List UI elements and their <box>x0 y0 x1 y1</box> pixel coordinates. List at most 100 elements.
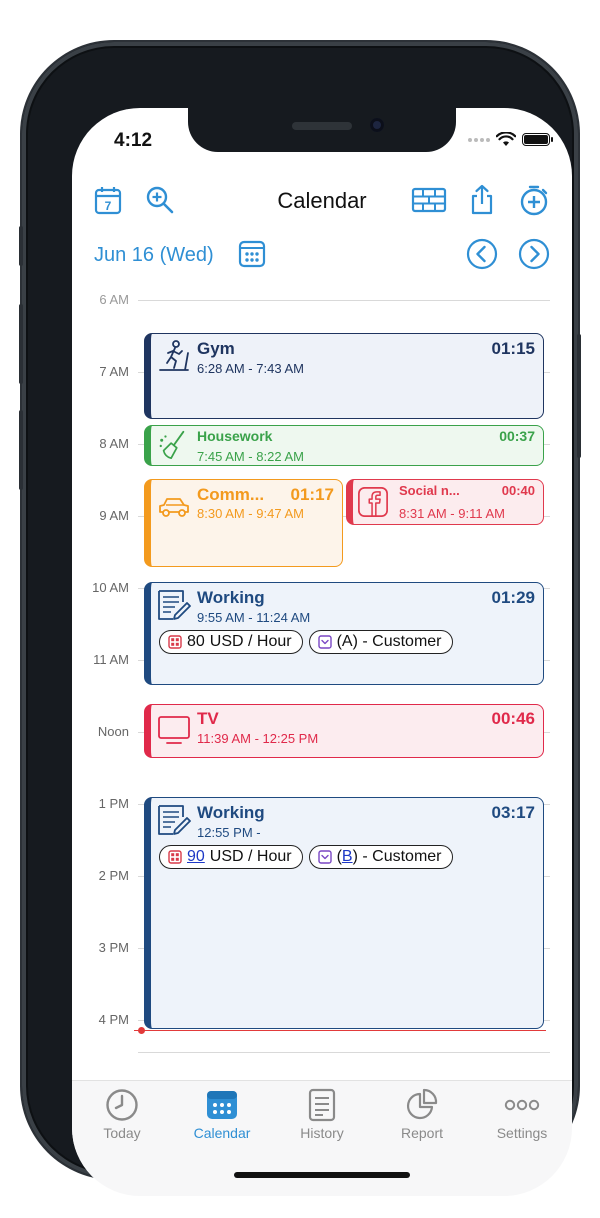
hour-label: 10 AM <box>92 580 129 595</box>
event-duration: 00:40 <box>501 483 535 498</box>
rate-amount: 80 <box>187 633 205 650</box>
hour-label: 11 AM <box>93 652 129 667</box>
event-duration: 03:17 <box>491 803 535 822</box>
event-time-range: 7:45 AM - 8:22 AM <box>197 449 304 464</box>
event-duration: 00:46 <box>491 709 535 728</box>
phone-frame: 4:12 7 Calendar Jun 16 (Wed) 6 AM 7 AM 8… <box>19 42 581 1196</box>
dropdown-box-icon <box>317 850 332 864</box>
event-time-range: 8:31 AM - 9:11 AM <box>399 506 505 521</box>
hour-label: 2 PM <box>98 868 129 883</box>
status-time: 4:12 <box>114 130 153 151</box>
svg-text:7: 7 <box>105 199 112 213</box>
tab-today[interactable]: Today <box>72 1087 172 1151</box>
tab-history[interactable]: History <box>272 1087 372 1151</box>
event-card-commute[interactable]: Comm... 8:30 AM - 9:47 AM 01:17 <box>144 479 343 567</box>
tab-bar: Today Calendar History Report Settings <box>72 1080 572 1196</box>
event-title: Working <box>197 588 265 607</box>
hour-label: Noon <box>97 724 129 739</box>
document-edit-icon <box>158 805 191 835</box>
event-duration: 01:17 <box>290 485 334 504</box>
event-card-gym[interactable]: Gym 6:28 AM - 7:43 AM 01:15 <box>144 333 544 419</box>
date-picker-icon[interactable] <box>236 238 268 270</box>
current-time-line <box>134 1030 546 1031</box>
zoom-in-icon[interactable] <box>144 184 176 216</box>
event-title: Working <box>197 803 265 822</box>
share-icon[interactable] <box>466 184 498 216</box>
event-card-social-network[interactable]: Social n... 8:31 AM - 9:11 AM 00:40 <box>346 479 544 525</box>
status-indicators <box>468 132 553 147</box>
speaker <box>292 122 352 130</box>
client-chip[interactable]: (A) - Customer <box>308 630 453 654</box>
front-camera <box>370 118 384 132</box>
current-time-dot <box>138 1027 145 1034</box>
calculator-icon <box>168 635 182 649</box>
screen: 4:12 7 Calendar Jun 16 (Wed) 6 AM 7 AM 8… <box>72 108 572 1196</box>
rate-unit: USD / Hour <box>209 633 292 650</box>
date-bar: Jun 16 (Wed) <box>72 236 572 276</box>
event-card-housework[interactable]: Housework 7:45 AM - 8:22 AM 00:37 <box>144 425 544 466</box>
clock-icon <box>106 1089 138 1121</box>
tab-label: Settings <box>496 1125 548 1141</box>
hour-label: 1 PM <box>98 796 129 811</box>
dropdown-box-icon <box>317 635 332 649</box>
document-edit-icon <box>158 590 191 620</box>
next-day-icon[interactable] <box>518 238 550 270</box>
tv-icon <box>158 716 190 744</box>
tab-report[interactable]: Report <box>372 1087 472 1151</box>
hour-label: 3 PM <box>98 940 129 955</box>
calendar-icon <box>207 1091 237 1119</box>
toolbar: 7 Calendar <box>72 178 572 222</box>
wifi-icon <box>496 132 516 146</box>
day-timeline[interactable]: 6 AM 7 AM 8 AM 9 AM 10 AM 11 AM Noon 1 P… <box>72 286 572 1079</box>
tab-label: Report <box>400 1125 444 1141</box>
broom-icon <box>159 430 185 460</box>
power-button <box>577 334 581 458</box>
client-code-link[interactable]: B <box>342 848 353 865</box>
event-chips: 90 USD / Hour (B) - Customer <box>159 845 453 869</box>
tab-label: Today <box>103 1125 141 1141</box>
hour-label: 6 AM <box>99 292 129 307</box>
hour-line <box>138 1052 550 1053</box>
signal-dots-icon <box>468 137 490 142</box>
more-dots-icon <box>504 1099 540 1111</box>
event-time-range: 9:55 AM - 11:24 AM <box>197 610 311 625</box>
hourly-rate-chip[interactable]: 80 USD / Hour <box>159 630 303 654</box>
today-calendar-icon[interactable]: 7 <box>92 184 124 216</box>
event-duration: 01:15 <box>491 339 535 358</box>
car-icon <box>159 498 189 517</box>
tab-settings[interactable]: Settings <box>472 1087 572 1151</box>
tab-label: History <box>300 1125 344 1141</box>
history-document-icon <box>308 1088 336 1122</box>
hour-line <box>138 300 550 301</box>
event-card-tv[interactable]: TV 11:39 AM - 12:25 PM 00:46 <box>144 704 544 758</box>
pie-chart-icon <box>406 1088 438 1120</box>
current-date-label[interactable]: Jun 16 (Wed) <box>94 244 214 267</box>
hourly-rate-chip[interactable]: 90 USD / Hour <box>159 845 303 869</box>
week-view-icon[interactable] <box>410 184 448 216</box>
rate-unit: USD / Hour <box>209 848 292 865</box>
previous-day-icon[interactable] <box>466 238 498 270</box>
event-card-working[interactable]: Working 9:55 AM - 11:24 AM 01:29 80 USD … <box>144 582 544 685</box>
event-time-range: 6:28 AM - 7:43 AM <box>197 361 304 376</box>
event-duration: 01:29 <box>491 588 535 607</box>
client-chip[interactable]: (B) - Customer <box>308 845 453 869</box>
add-timer-icon[interactable] <box>518 184 550 216</box>
battery-icon <box>522 133 553 146</box>
event-time-range: 11:39 AM - 12:25 PM <box>197 731 319 746</box>
client-label: Customer <box>372 633 442 650</box>
volume-down-button <box>19 410 23 490</box>
event-card-working-ongoing[interactable]: Working 12:55 PM - 03:17 90 USD / Hour (… <box>144 797 544 1029</box>
rate-amount-link[interactable]: 90 <box>187 848 205 866</box>
event-title: Gym <box>197 339 235 358</box>
event-time-range: 12:55 PM - <box>197 825 261 840</box>
hour-label: 9 AM <box>99 508 129 523</box>
home-indicator <box>234 1172 410 1178</box>
facebook-icon <box>358 487 388 517</box>
treadmill-icon <box>159 340 189 371</box>
event-title: Comm... <box>197 485 265 504</box>
tab-calendar[interactable]: Calendar <box>172 1087 272 1151</box>
hour-label: 8 AM <box>99 436 129 451</box>
event-title: Social n... <box>399 483 460 498</box>
notch <box>188 108 456 152</box>
client-label: Customer <box>372 848 442 865</box>
